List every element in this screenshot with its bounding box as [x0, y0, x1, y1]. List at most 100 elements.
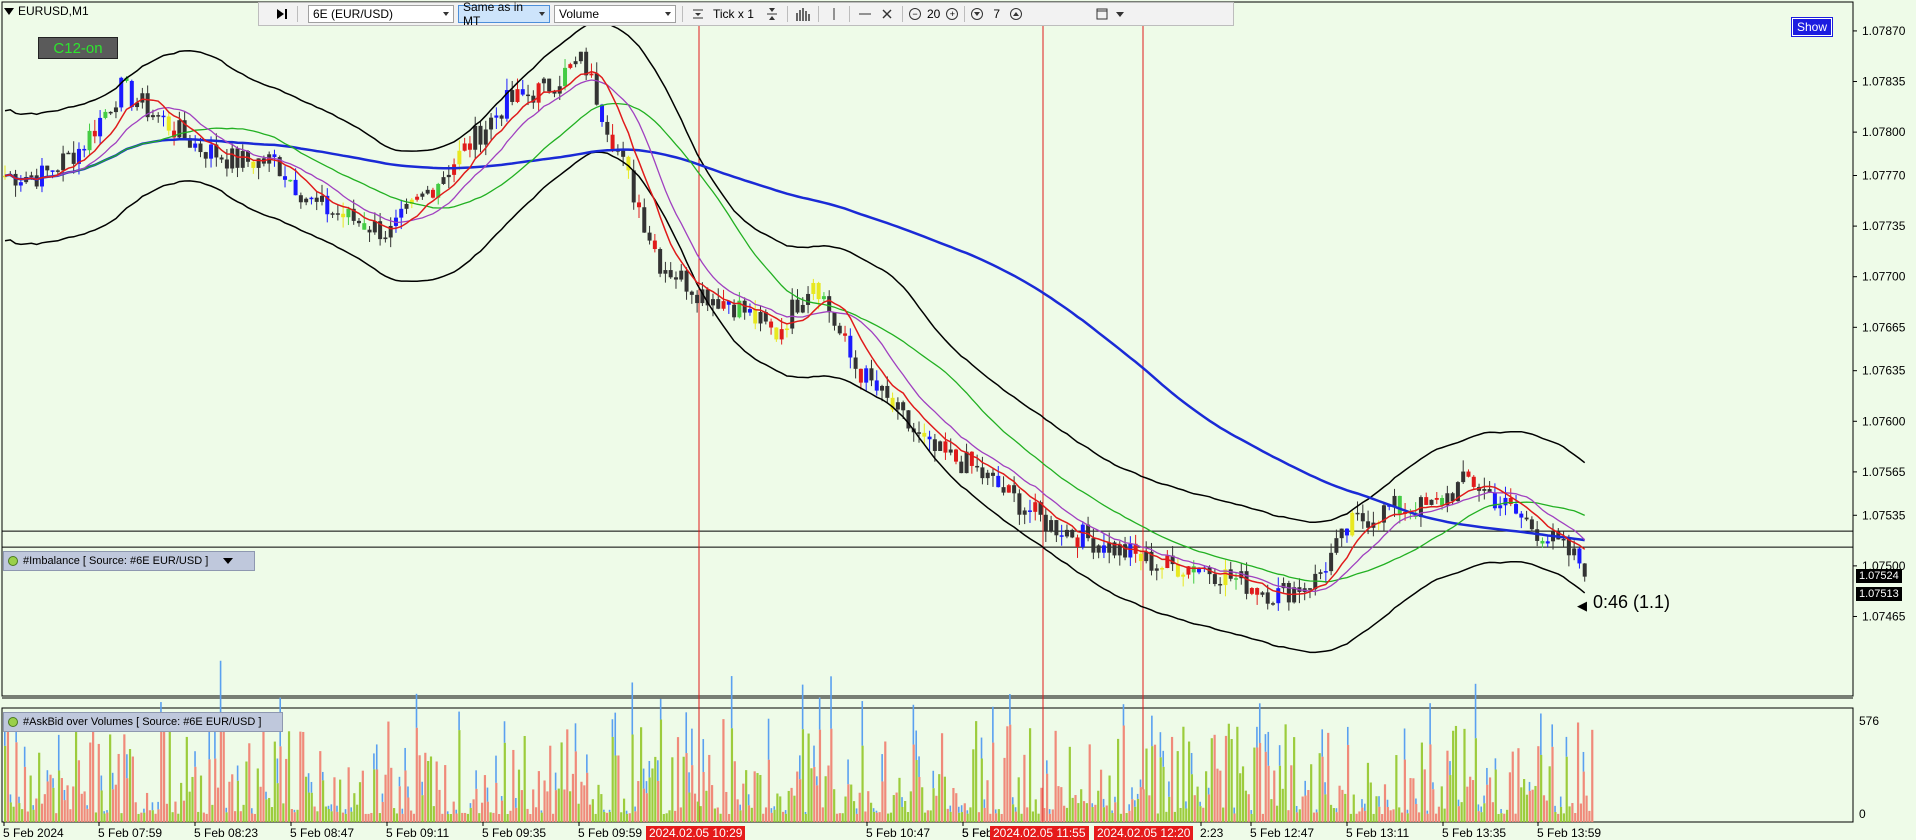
volume-bar	[1071, 797, 1074, 822]
zoom-out-icon[interactable]: −	[909, 8, 921, 20]
candle-body	[816, 282, 821, 300]
depth-down-icon[interactable]	[971, 8, 984, 20]
candle-body	[1355, 512, 1360, 515]
askbid-indicator-label[interactable]: #AskBid over Volumes [ Source: #6E EUR/U…	[3, 712, 283, 732]
volume-bar	[1034, 799, 1037, 822]
volume-bar	[1108, 775, 1111, 822]
volume-bar	[60, 778, 63, 822]
volume-bar	[1576, 722, 1580, 822]
c12-status-badge[interactable]: C12-on	[38, 37, 118, 59]
volume-bar	[55, 813, 58, 822]
symbol-title[interactable]: EURUSD,M1	[4, 4, 89, 18]
volume-bar	[869, 802, 873, 822]
candle-body	[1318, 572, 1323, 574]
volume-bar	[1148, 795, 1151, 822]
close-icon[interactable]	[878, 4, 896, 24]
candle-body	[1128, 543, 1133, 558]
show-button[interactable]: Show	[1791, 17, 1833, 37]
volume-bar	[665, 813, 668, 822]
candle-body	[362, 223, 367, 230]
ask-bid-bar	[1494, 758, 1497, 770]
volume-bar	[852, 801, 856, 822]
volume-select[interactable]: Volume	[554, 5, 676, 23]
ask-bid-bar	[407, 786, 409, 798]
volume-bar	[341, 812, 345, 822]
volume-bar	[864, 811, 867, 822]
candle-body	[1054, 520, 1059, 536]
ask-bid-bar	[994, 809, 997, 814]
ask-bid-bar	[739, 804, 741, 811]
ask-bid-bar	[322, 771, 324, 781]
candle-body	[113, 107, 118, 113]
volume-bar	[353, 793, 356, 822]
ask-bid-bar	[1361, 799, 1363, 808]
volume-bar	[404, 770, 407, 822]
candle-body	[272, 154, 277, 158]
candle-body	[1529, 519, 1534, 530]
volume-bar	[1582, 771, 1585, 822]
vertical-line-icon[interactable]	[825, 4, 843, 24]
chevron-down-icon[interactable]	[223, 558, 234, 564]
histogram-icon[interactable]	[794, 4, 812, 24]
imbalance-indicator-label[interactable]: #Imbalance [ Source: #6E EUR/USD ]	[3, 551, 255, 571]
play-icon[interactable]	[273, 4, 291, 24]
zoom-in-icon[interactable]: +	[946, 8, 959, 20]
collapse-triangle-icon[interactable]	[4, 7, 14, 15]
volume-bar	[1551, 746, 1554, 822]
zoom-value: 20	[927, 7, 941, 21]
volume-bar	[449, 813, 452, 822]
ask-bid-bar	[642, 768, 645, 789]
instrument-select[interactable]: 6E (EUR/USD)	[308, 5, 454, 23]
volume-bar	[498, 813, 501, 822]
volume-bar	[1324, 794, 1327, 822]
volume-bar	[1588, 810, 1591, 822]
candle-body	[684, 270, 689, 292]
ask-bid-bar	[103, 811, 105, 814]
candle-body	[150, 115, 155, 118]
maximize-icon[interactable]	[1093, 4, 1111, 24]
step-icon[interactable]	[689, 4, 707, 24]
volume-bar	[35, 798, 38, 822]
volume-bar	[676, 737, 680, 822]
volume-bar	[997, 809, 1000, 822]
volume-bar	[529, 814, 532, 822]
volume-bar	[1185, 808, 1188, 822]
candle-body	[784, 328, 789, 331]
ask-bid-bar	[100, 775, 103, 791]
candle-body	[430, 189, 435, 198]
toolbar-menu-chevron-icon[interactable]	[1111, 4, 1129, 24]
candle-body	[843, 333, 848, 336]
volume-bar	[1537, 746, 1540, 822]
volume-bar	[251, 813, 254, 822]
price-tag-upper: 1.07524	[1856, 569, 1902, 583]
volume-bar	[1312, 812, 1316, 822]
chart-canvas[interactable]: 1.07870 1.07835 1.07800 1.07770 1.07735 1.077…	[0, 0, 1916, 840]
tick-multiplier[interactable]: Tick x 1	[713, 7, 763, 21]
volume-bar	[1003, 757, 1006, 822]
depth-up-icon[interactable]	[1010, 8, 1023, 20]
horizontal-line-icon[interactable]	[856, 4, 874, 24]
volume-bar	[1085, 803, 1088, 822]
volume-bar	[1486, 784, 1489, 822]
volume-bar	[466, 813, 470, 822]
price-mode-select[interactable]: Same as in MT	[458, 0, 550, 28]
ask-bid-bar	[992, 706, 994, 743]
candle-body	[108, 111, 113, 114]
volume-bar	[216, 787, 220, 822]
ask-bid-bar	[1483, 795, 1485, 804]
volume-bar	[642, 788, 646, 822]
ask-bid-bar	[1378, 796, 1380, 807]
candle-body	[689, 291, 694, 295]
time-axis-label: 5 Feb 07:59	[98, 826, 162, 840]
volume-bar	[262, 719, 265, 822]
compress-icon[interactable]	[763, 4, 781, 24]
volume-bar	[231, 774, 234, 822]
volume-bar	[549, 745, 552, 822]
ask-bid-bar	[1415, 798, 1417, 805]
candle-body	[404, 203, 409, 209]
volume-bar	[1579, 803, 1583, 822]
volume-bar	[188, 791, 191, 822]
candle-body	[1498, 505, 1503, 509]
volume-bar	[1122, 725, 1125, 822]
volume-bar	[72, 786, 75, 822]
